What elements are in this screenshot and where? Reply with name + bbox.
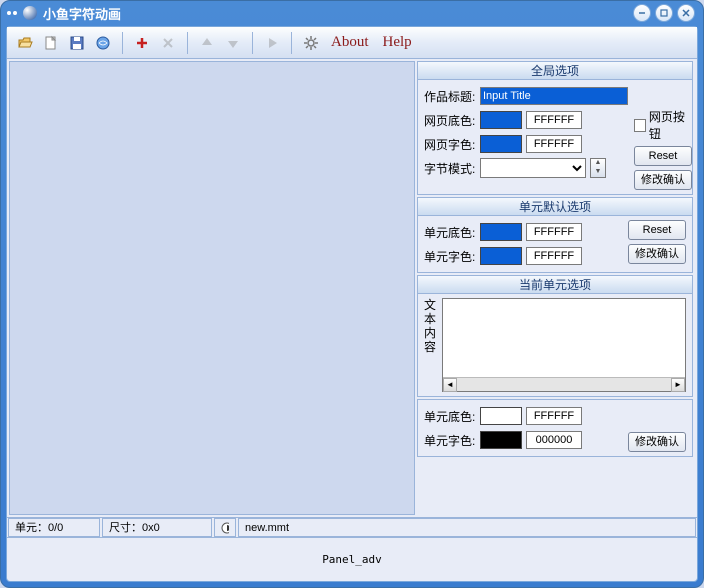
global-options-title: 全局选项 [418,62,692,80]
global-reset-button[interactable]: Reset [634,146,692,166]
current-unit-title: 当前单元选项 [418,276,692,294]
minimize-button[interactable] [633,4,651,22]
page-bg-hex-input[interactable] [526,111,582,129]
current-confirm-button[interactable]: 修改确认 [628,432,686,452]
unit-default-confirm-button[interactable]: 修改确认 [628,244,686,264]
settings-button[interactable] [299,31,323,55]
unit-default-bg-swatch[interactable] [480,223,522,241]
text-content-textarea[interactable]: ◄ ► [442,298,686,392]
canvas-area[interactable] [9,61,415,515]
window-title: 小鱼字符动画 [43,4,121,23]
page-fg-hex-input[interactable] [526,135,582,153]
move-down-button[interactable] [221,31,245,55]
toolbar: About Help [7,27,697,59]
text-content-label: 文 本 内 容 [424,298,438,392]
close-button[interactable] [677,4,695,22]
about-link[interactable]: About [325,34,375,51]
side-panel: 全局选项 作品标题: 网页底色: [417,59,697,517]
global-confirm-button[interactable]: 修改确认 [634,170,692,190]
page-bg-label: 网页底色: [424,112,476,129]
current-fg-label: 单元字色: [424,432,476,449]
current-fg-hex-input[interactable] [526,431,582,449]
global-options-group: 全局选项 作品标题: 网页底色: [417,61,693,195]
move-up-button[interactable] [195,31,219,55]
current-bg-label: 单元底色: [424,408,476,425]
export-button[interactable] [91,31,115,55]
status-bar: 单元：0/0 尺寸：0x0 new.mmt [7,517,697,537]
page-fg-swatch[interactable] [480,135,522,153]
current-unit-group: 当前单元选项 文 本 内 容 ◄ [417,275,693,397]
web-button-label: 网页按钮 [649,108,692,142]
section-mode-spinner[interactable]: ▲▼ [590,158,606,178]
current-bg-hex-input[interactable] [526,407,582,425]
textarea-scrollbar[interactable]: ◄ ► [443,377,685,391]
section-mode-combo[interactable] [480,158,586,178]
save-button[interactable] [65,31,89,55]
adv-panel: Panel_adv [7,537,697,581]
current-bg-swatch[interactable] [480,407,522,425]
new-button[interactable] [39,31,63,55]
current-unit-color-group: 单元底色: 单元字色: [417,399,693,457]
section-mode-label: 字节模式: [424,160,476,177]
unit-default-fg-swatch[interactable] [480,247,522,265]
status-file: new.mmt [238,518,696,537]
titlebar[interactable]: 小鱼字符动画 [1,1,703,25]
work-title-input[interactable] [480,87,628,105]
unit-default-fg-hex-input[interactable] [526,247,582,265]
status-unit: 单元：0/0 [8,518,100,537]
unit-default-reset-button[interactable]: Reset [628,220,686,240]
unit-default-bg-label: 单元底色: [424,224,476,241]
unit-default-title: 单元默认选项 [418,198,692,216]
work-title-label: 作品标题: [424,88,476,105]
add-button[interactable] [130,31,154,55]
unit-default-bg-hex-input[interactable] [526,223,582,241]
app-icon [23,6,37,20]
web-button-checkbox[interactable] [634,119,646,132]
scroll-left-button[interactable]: ◄ [443,378,457,392]
page-fg-label: 网页字色: [424,136,476,153]
status-size: 尺寸：0x0 [102,518,212,537]
scroll-right-button[interactable]: ► [671,378,685,392]
unit-default-group: 单元默认选项 单元底色: 单元字色: [417,197,693,273]
status-icon [214,518,236,537]
unit-default-fg-label: 单元字色: [424,248,476,265]
help-link[interactable]: Help [377,34,418,51]
adv-label: Panel_adv [322,553,382,566]
app-window: 小鱼字符动画 [0,0,704,588]
open-button[interactable] [13,31,37,55]
current-fg-swatch[interactable] [480,431,522,449]
page-bg-swatch[interactable] [480,111,522,129]
client-area: About Help 全局选项 作品标题: [6,26,698,582]
maximize-button[interactable] [655,4,673,22]
delete-button[interactable] [156,31,180,55]
play-button[interactable] [260,31,284,55]
